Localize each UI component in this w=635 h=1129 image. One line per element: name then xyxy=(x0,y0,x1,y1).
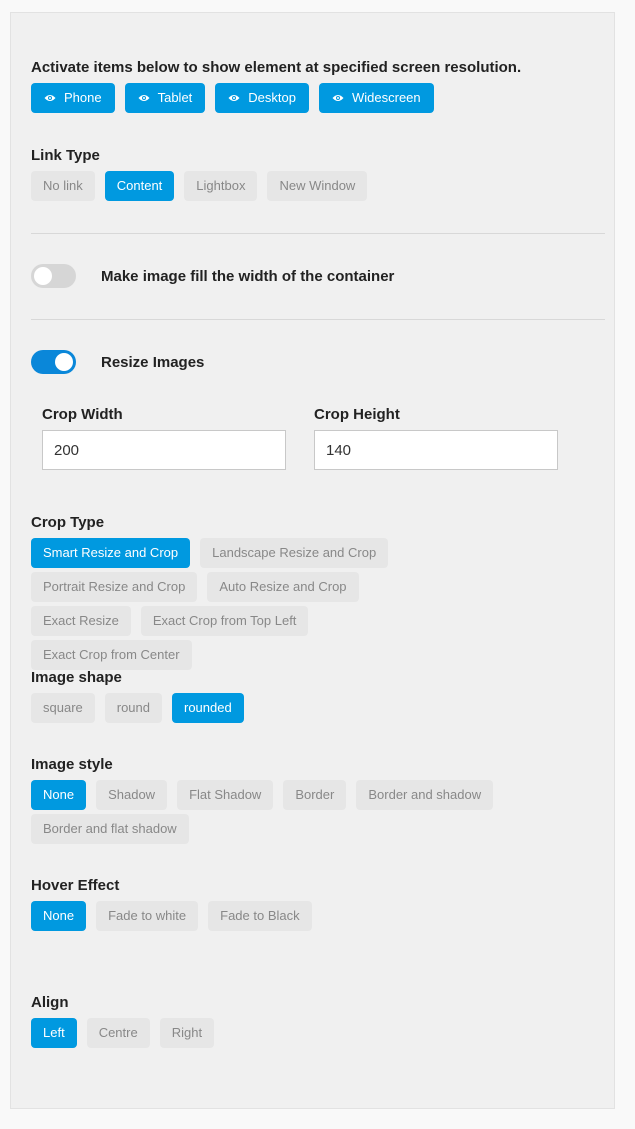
image-shape-option-square[interactable]: square xyxy=(31,693,95,723)
link-type-option-content[interactable]: Content xyxy=(104,171,175,201)
fill-width-row: Make image fill the width of the contain… xyxy=(31,264,605,288)
image-shape-label: Image shape xyxy=(31,669,122,686)
align-label: Align xyxy=(31,994,69,1011)
crop-height-input[interactable] xyxy=(314,430,558,470)
hover-effect-option-fade-to-white[interactable]: Fade to white xyxy=(96,901,199,931)
align-options: Left Centre Right xyxy=(31,1018,605,1048)
device-button-label: Phone xyxy=(64,90,102,105)
image-style-option-flat-shadow[interactable]: Flat Shadow xyxy=(177,780,274,810)
toggle-knob xyxy=(55,353,73,371)
eye-icon xyxy=(138,95,150,101)
align-option-centre[interactable]: Centre xyxy=(86,1018,150,1048)
device-buttons: Phone Tablet Desktop Widescreen xyxy=(31,83,605,113)
resize-images-toggle[interactable] xyxy=(31,350,76,374)
image-style-options: None Shadow Flat Shadow Border Border and sh… xyxy=(31,780,575,844)
fill-width-toggle[interactable] xyxy=(31,264,76,288)
align-option-left[interactable]: Left xyxy=(31,1018,77,1048)
device-button-phone[interactable]: Phone xyxy=(31,83,115,113)
crop-type-option-exact-crop-from-center[interactable]: Exact Crop from Center xyxy=(31,640,192,670)
align-option-right[interactable]: Right xyxy=(159,1018,215,1048)
crop-type-option-exact-crop-from-top-left[interactable]: Exact Crop from Top Left xyxy=(140,606,309,636)
image-style-option-none[interactable]: None xyxy=(31,780,87,810)
crop-type-option-landscape-resize-and-crop[interactable]: Landscape Resize and Crop xyxy=(200,538,389,568)
divider xyxy=(31,319,605,320)
image-style-option-border[interactable]: Border xyxy=(283,780,347,810)
link-type-label: Link Type xyxy=(31,147,100,164)
image-style-option-border-and-flat-shadow[interactable]: Border and flat shadow xyxy=(31,814,189,844)
visibility-section: Activate items below to show element at … xyxy=(31,59,605,113)
device-button-label: Desktop xyxy=(248,90,296,105)
hover-effect-option-none[interactable]: None xyxy=(31,901,87,931)
eye-icon xyxy=(228,95,240,101)
crop-height-label: Crop Height xyxy=(314,406,400,423)
image-style-option-shadow[interactable]: Shadow xyxy=(96,780,168,810)
crop-type-option-auto-resize-and-crop[interactable]: Auto Resize and Crop xyxy=(207,572,359,602)
image-shape-option-rounded[interactable]: rounded xyxy=(172,693,244,723)
crop-height-field: Crop Height xyxy=(314,406,558,470)
resize-images-row: Resize Images xyxy=(31,350,605,374)
image-shape-options: square round rounded xyxy=(31,693,605,723)
resize-images-label: Resize Images xyxy=(101,353,205,371)
crop-type-section: Crop Type Smart Resize and Crop Landscape… xyxy=(31,514,435,670)
eye-icon xyxy=(332,95,344,101)
device-button-label: Tablet xyxy=(157,90,193,105)
crop-type-option-portrait-resize-and-crop[interactable]: Portrait Resize and Crop xyxy=(31,572,198,602)
crop-type-options: Smart Resize and Crop Landscape Resize an… xyxy=(31,538,435,670)
device-button-desktop[interactable]: Desktop xyxy=(215,83,309,113)
hover-effect-options: None Fade to white Fade to Black xyxy=(31,901,605,931)
hover-effect-section: Hover Effect None Fade to white Fade to Bl… xyxy=(31,877,605,931)
eye-icon xyxy=(44,95,56,101)
crop-type-option-exact-resize[interactable]: Exact Resize xyxy=(31,606,131,636)
image-style-option-border-and-shadow[interactable]: Border and shadow xyxy=(356,780,494,810)
crop-width-field: Crop Width xyxy=(42,406,286,470)
crop-type-label: Crop Type xyxy=(31,514,105,531)
crop-width-input[interactable] xyxy=(42,430,286,470)
link-type-option-new-window[interactable]: New Window xyxy=(267,171,368,201)
link-type-options: No link Content Lightbox New Window xyxy=(31,171,605,201)
link-type-option-no-link[interactable]: No link xyxy=(31,171,95,201)
link-type-section: Link Type No link Content Lightbox New Wind… xyxy=(31,147,605,201)
device-button-widescreen[interactable]: Widescreen xyxy=(319,83,434,113)
align-section: Align Left Centre Right xyxy=(31,994,605,1048)
divider xyxy=(31,233,605,234)
hover-effect-option-fade-to-black[interactable]: Fade to Black xyxy=(208,901,312,931)
fill-width-label: Make image fill the width of the contain… xyxy=(101,267,395,285)
toggle-knob xyxy=(34,267,52,285)
image-style-section: Image style None Shadow Flat Shadow Border B… xyxy=(31,756,575,844)
device-button-tablet[interactable]: Tablet xyxy=(124,83,206,113)
crop-width-label: Crop Width xyxy=(42,406,123,423)
image-style-label: Image style xyxy=(31,756,113,773)
hover-effect-label: Hover Effect xyxy=(31,877,120,894)
image-shape-section: Image shape square round rounded xyxy=(31,669,605,723)
crop-type-option-smart-resize-and-crop[interactable]: Smart Resize and Crop xyxy=(31,538,191,568)
device-button-label: Widescreen xyxy=(352,90,421,105)
image-shape-option-round[interactable]: round xyxy=(104,693,162,723)
visibility-label: Activate items below to show element at … xyxy=(31,59,522,76)
link-type-option-lightbox[interactable]: Lightbox xyxy=(184,171,258,201)
